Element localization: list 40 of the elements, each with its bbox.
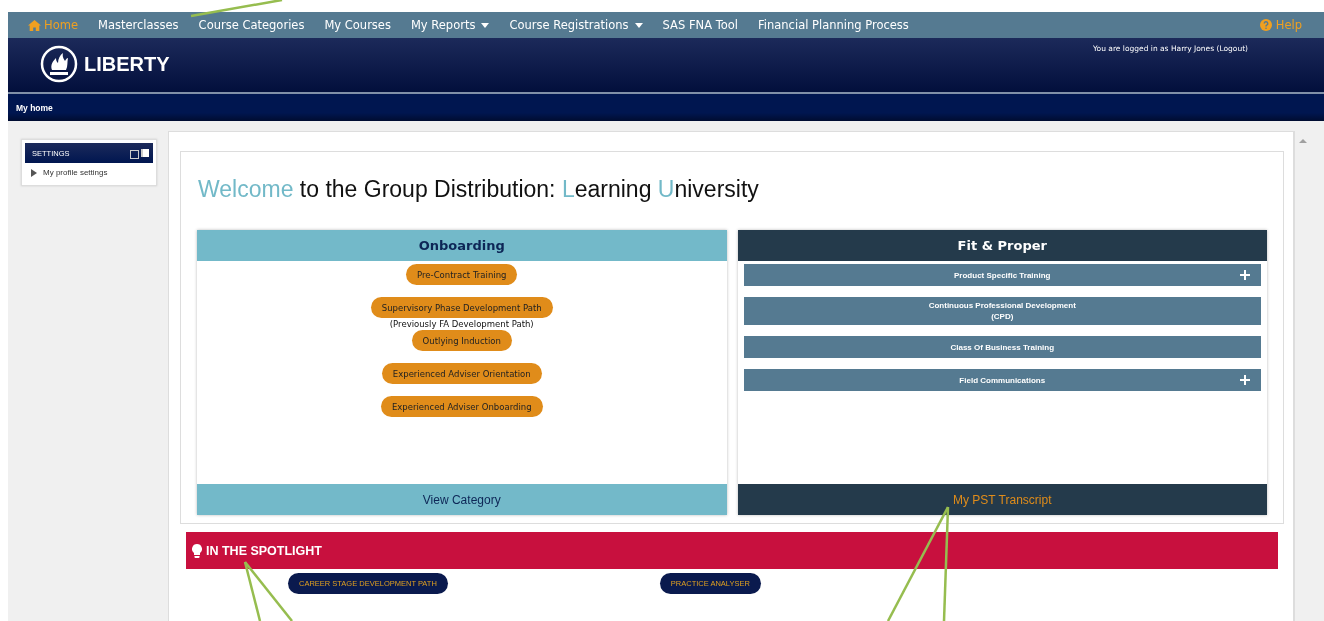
transcript-button[interactable]: My PST Transcript [737,484,1267,515]
scroll-up-icon[interactable] [1298,139,1307,143]
course-button[interactable]: Pre-Contract Training [406,264,518,285]
flame-logo-icon [40,45,78,83]
course-button[interactable]: Supervisory Phase Development Path [370,297,553,318]
category-bar[interactable]: Continuous Professional Development (CPD) [743,297,1261,325]
nav-link[interactable]: Course Categories [198,18,305,32]
category-label: Product Specific Training [954,269,1051,281]
course-note: (Previously FA Development Path) [389,319,534,330]
category-label: Class Of Business Training [950,341,1055,353]
nav-link[interactable]: Financial Planning Process [758,18,909,32]
panel-header: Fit & Proper [737,230,1267,261]
logo-text: LIBERTY [84,52,170,76]
nav-link[interactable]: Course Registrations [509,18,643,32]
nav-link[interactable]: SAS FNA Tool [662,18,738,32]
category-bar[interactable]: Product Specific Training [743,264,1261,286]
home-icon [28,19,41,31]
course-button[interactable]: Experienced Adviser Orientation [381,363,542,384]
leader-line [243,561,293,621]
breadcrumb-link[interactable]: My home [16,102,53,113]
help-icon [1259,19,1272,31]
category-bar[interactable]: Field Communications [743,369,1261,391]
welcome-heading: Welcome to the Group Distribution: Learning University [198,176,760,203]
lightbulb-icon [192,543,202,558]
category-label: Field Communications [959,374,1046,386]
category-bar[interactable]: Class Of Business Training [743,336,1261,358]
course-button[interactable]: Outlying Induction [411,330,512,351]
course-button[interactable]: Experienced Adviser Onboarding [380,396,543,417]
category-label: Continuous Professional Development (CPD) [928,300,1076,322]
dock-icon[interactable] [141,149,149,157]
collapse-icon[interactable] [130,150,139,159]
caret-icon [481,22,490,28]
caret-icon [634,22,643,28]
spotlight-title: IN THE SPOTLIGHT [206,543,322,558]
panel-header: Onboarding [197,230,727,261]
view-category-button[interactable]: View Category [197,484,727,515]
tree-item[interactable]: My profile settings [25,163,153,177]
nav-link[interactable]: My Courses [324,18,391,32]
nav-link[interactable]: My Reports [410,18,490,32]
nav-link[interactable]: Masterclasses [97,18,179,32]
